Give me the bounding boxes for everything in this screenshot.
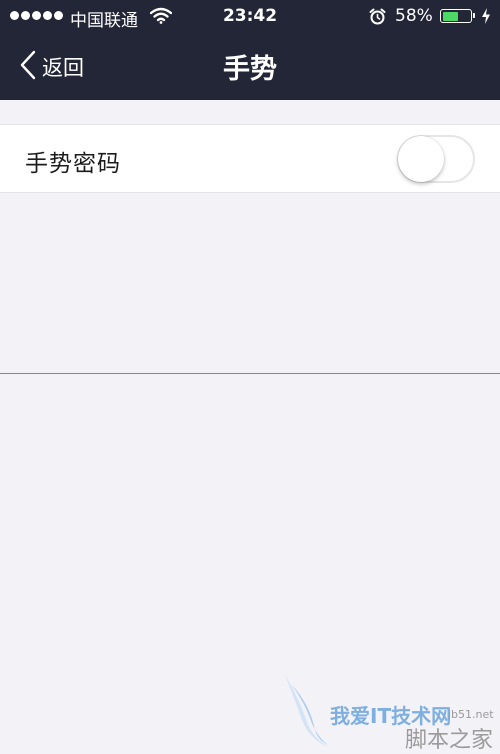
battery-percent: 58%	[395, 6, 433, 26]
battery-fill	[442, 11, 459, 21]
divider-line	[0, 373, 500, 374]
gesture-password-row: 手势密码	[0, 124, 500, 193]
page-title: 手势	[223, 54, 277, 85]
gesture-password-toggle[interactable]	[397, 135, 475, 183]
watermark: 我爱IT技术网 jb51.net 脚本之家	[280, 670, 500, 753]
navigation-bar: 返回 手势	[0, 32, 500, 100]
watermark-text-2: 脚本之家	[405, 728, 494, 753]
gesture-password-label: 手势密码	[25, 151, 121, 177]
charging-bolt-icon	[481, 8, 491, 29]
status-bar: 中国联通 23:42 58%	[0, 0, 500, 32]
battery-icon	[440, 9, 475, 23]
toggle-knob	[398, 136, 444, 182]
watermark-domain: jb51.net	[448, 708, 494, 721]
alarm-icon	[369, 8, 386, 30]
